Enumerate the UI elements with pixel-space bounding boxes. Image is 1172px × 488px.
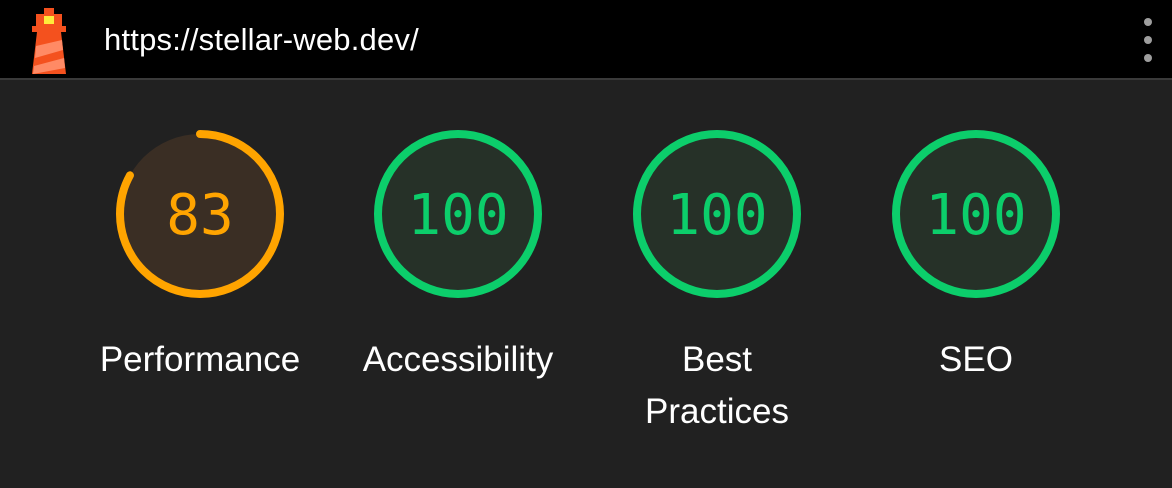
gauge-performance[interactable]: 83 Performance [70,128,330,448]
gauge-seo[interactable]: 100 SEO [846,128,1106,448]
gauge-score: 100 [407,183,508,248]
gauge-best-practices[interactable]: 100 Best Practices [587,128,847,448]
menu-dot [1144,36,1152,44]
gauge-ring: 83 [116,130,284,298]
gauge-ring: 100 [892,130,1060,298]
gauge-score: 100 [925,183,1026,248]
gauge-ring: 100 [374,130,542,298]
gauge-label: SEO [939,340,1013,379]
gauge-score: 83 [166,183,233,248]
report-url[interactable]: https://stellar-web.dev/ [104,20,419,60]
gauge-label: Performance [99,340,301,379]
gauge-label: Best Practices [645,340,789,431]
more-vertical-icon[interactable] [1136,18,1160,62]
menu-dot [1144,54,1152,62]
gauge-ring: 100 [633,130,801,298]
report-header: https://stellar-web.dev/ [0,0,1172,80]
gauge-label: Accessibility [362,340,554,379]
menu-dot [1144,18,1152,26]
gauge-score: 100 [666,183,767,248]
gauge-accessibility[interactable]: 100 Accessibility [328,128,588,448]
lighthouse-icon [32,8,66,74]
